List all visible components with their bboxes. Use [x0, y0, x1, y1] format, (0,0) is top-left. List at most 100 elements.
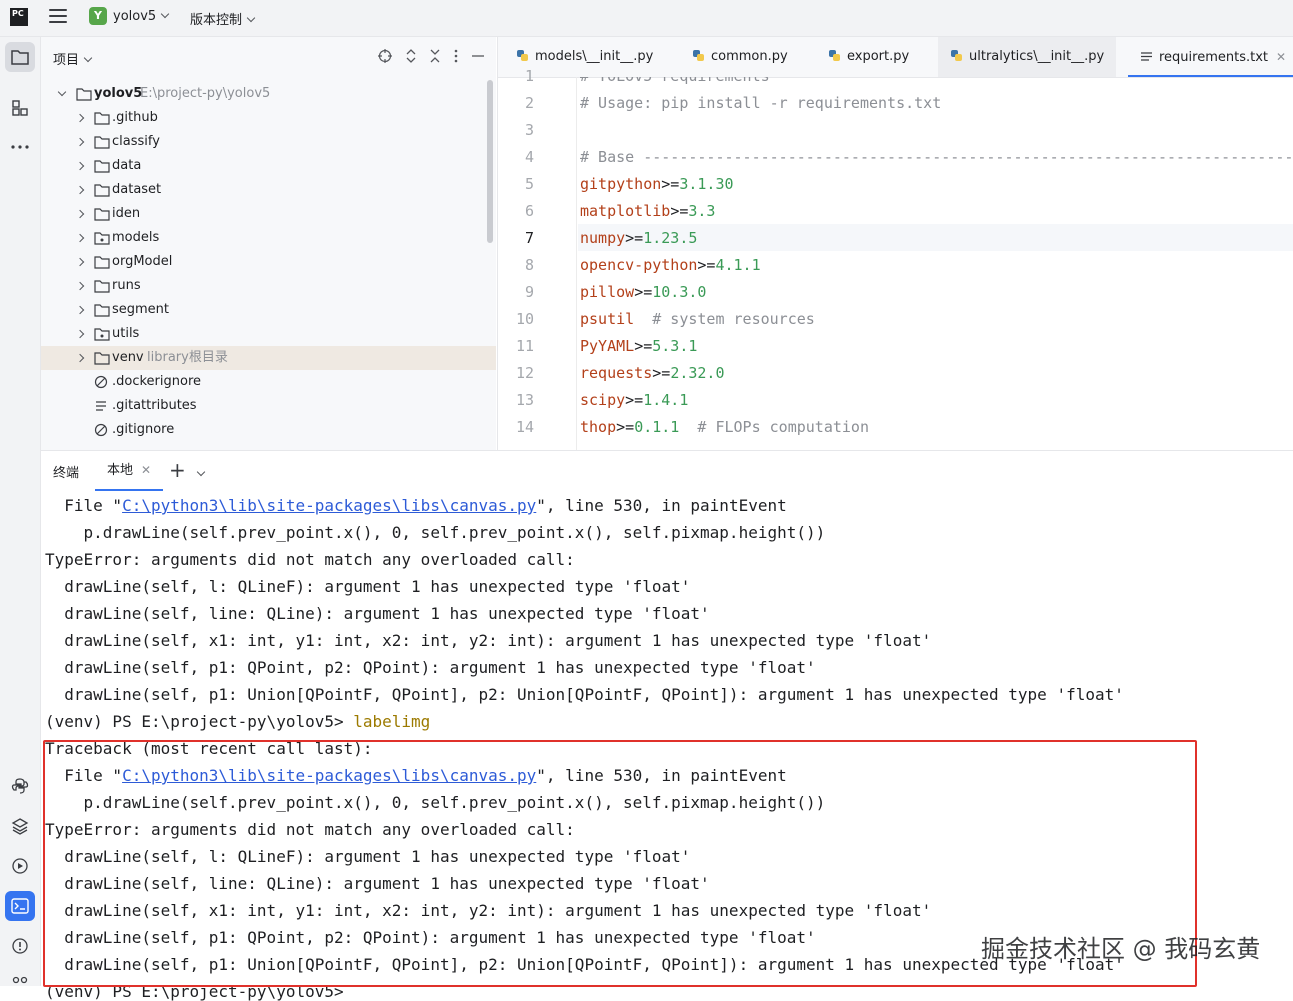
root-name: yolov5: [94, 86, 143, 101]
python-console-button[interactable]: [5, 771, 35, 801]
terminal-header: 终端 本地 ✕ +: [41, 451, 1293, 491]
tab-file[interactable]: ultralytics\__init__.py: [938, 37, 1117, 77]
tab-requirements[interactable]: requirements.txt ✕: [1128, 37, 1293, 77]
inline-comment: # FLOPs computation: [679, 418, 869, 436]
version-number: 1.23.5: [643, 229, 698, 247]
chevron-right-icon[interactable]: [75, 113, 85, 123]
text-file-icon: [1141, 52, 1152, 61]
chevron-down-icon[interactable]: [57, 87, 67, 97]
chevron-right-icon[interactable]: [75, 233, 85, 243]
tree-item[interactable]: .dockerignore: [41, 370, 496, 394]
code-line: requests>=2.32.0: [580, 364, 725, 382]
package-name: gitpython: [580, 175, 662, 193]
git-icon: [12, 976, 28, 984]
vcs-tool-button[interactable]: [5, 967, 35, 987]
code-line: psutil # system resources: [580, 310, 815, 328]
terminal-tool-button[interactable]: [5, 891, 35, 921]
logo-text: PC: [12, 9, 24, 18]
project-badge[interactable]: Y: [89, 7, 107, 25]
tree-item[interactable]: models: [41, 226, 496, 250]
layers-tool-button[interactable]: [5, 811, 35, 841]
code-content[interactable]: # YOLOv5 requirements # Usage: pip instal…: [578, 77, 1293, 450]
left-tool-strip: [0, 37, 41, 986]
folder-icon: [94, 184, 110, 197]
new-tab-icon[interactable]: +: [169, 458, 186, 482]
folder-icon: [94, 136, 110, 149]
tree-item[interactable]: data: [41, 154, 496, 178]
tree-item[interactable]: utils: [41, 322, 496, 346]
python-icon: [693, 50, 704, 61]
tree-item[interactable]: classify: [41, 130, 496, 154]
chevron-right-icon[interactable]: [75, 305, 85, 315]
vcs-label: 版本控制: [190, 13, 243, 28]
chevron-right-icon[interactable]: [75, 209, 85, 219]
tree-root[interactable]: yolov5 E:\project-py\yolov5: [41, 82, 496, 106]
line-number: 6: [524, 202, 534, 220]
code-line: # Usage: pip install -r requirements.txt: [580, 94, 941, 112]
chevron-right-icon[interactable]: [75, 353, 85, 363]
close-icon[interactable]: ✕: [141, 463, 151, 477]
chevron-right-icon[interactable]: [75, 161, 85, 171]
chevron-right-icon[interactable]: [75, 137, 85, 147]
tree-item[interactable]: .gitignore: [41, 418, 496, 442]
structure-tool-button[interactable]: [5, 93, 35, 123]
chevron-right-icon[interactable]: [75, 257, 85, 267]
vcs-menu[interactable]: 版本控制: [190, 9, 256, 28]
code-line: # YOLOv5 requirements: [580, 77, 770, 85]
tab-label: common.py: [711, 49, 788, 64]
tree-item-hint: library根目录: [147, 350, 228, 365]
terminal-text: drawLine(self, l: QLineF): argument 1 ha…: [45, 577, 691, 596]
tree-item[interactable]: iden: [41, 202, 496, 226]
services-tool-button[interactable]: [5, 851, 35, 881]
code-line: scipy>=1.4.1: [580, 391, 688, 409]
more-tools-button[interactable]: [5, 132, 35, 162]
terminal-text: (venv) PS E:\project-py\yolov5>: [45, 712, 354, 731]
project-switcher[interactable]: yolov5: [113, 9, 170, 24]
options-icon[interactable]: [454, 49, 458, 63]
version-number: 3.1.30: [679, 175, 734, 193]
tab-local[interactable]: 本地 ✕: [95, 451, 164, 491]
locate-icon[interactable]: [378, 49, 392, 63]
project-panel-title[interactable]: 项目: [53, 49, 93, 68]
tree-item-label: utils: [112, 326, 140, 341]
close-icon[interactable]: ✕: [1276, 50, 1286, 64]
line-number: 13: [515, 391, 534, 409]
tree-item[interactable]: venv library根目录: [41, 346, 496, 370]
tree-item[interactable]: segment: [41, 298, 496, 322]
folder-icon: [94, 304, 110, 317]
minimize-icon[interactable]: [472, 49, 484, 63]
text-file-icon: [96, 401, 106, 411]
pycharm-logo-icon: PC: [10, 8, 28, 26]
main-menu-icon[interactable]: [49, 9, 67, 25]
line-number: 12: [515, 364, 534, 382]
chevron-right-icon[interactable]: [75, 329, 85, 339]
project-scrollbar[interactable]: [487, 80, 493, 243]
version-number: 1.4.1: [643, 391, 689, 409]
tree-item-label: .gitattributes: [112, 398, 197, 413]
folder-icon: [94, 112, 110, 125]
version-number: 4.1.1: [715, 256, 761, 274]
problems-tool-button[interactable]: [5, 931, 35, 961]
more-icon: [11, 145, 29, 149]
file-link[interactable]: C:\python3\lib\site-packages\libs\canvas…: [122, 496, 536, 515]
chevron-down-icon[interactable]: [196, 463, 206, 482]
tab-label: export.py: [847, 49, 910, 64]
tree-item[interactable]: orgModel: [41, 250, 496, 274]
project-tool-button[interactable]: [5, 42, 35, 72]
tab-file[interactable]: common.py: [680, 37, 800, 77]
tree-item[interactable]: .gitattributes: [41, 394, 496, 418]
line-number: 3: [524, 121, 534, 139]
tree-item[interactable]: dataset: [41, 178, 496, 202]
python-console-icon: [11, 778, 29, 794]
chevron-right-icon[interactable]: [75, 281, 85, 291]
tree-item-label: venv: [112, 350, 144, 365]
expand-all-icon[interactable]: [406, 49, 416, 63]
tab-file[interactable]: export.py: [816, 37, 921, 77]
collapse-all-icon[interactable]: [430, 49, 440, 63]
tree-item[interactable]: .github: [41, 106, 496, 130]
chevron-right-icon[interactable]: [75, 185, 85, 195]
chevron-down-icon: [83, 53, 93, 63]
tree-item-label: iden: [112, 206, 141, 221]
terminal-text: drawLine(self, p1: QPoint, p2: QPoint): …: [45, 658, 816, 677]
tree-item[interactable]: runs: [41, 274, 496, 298]
